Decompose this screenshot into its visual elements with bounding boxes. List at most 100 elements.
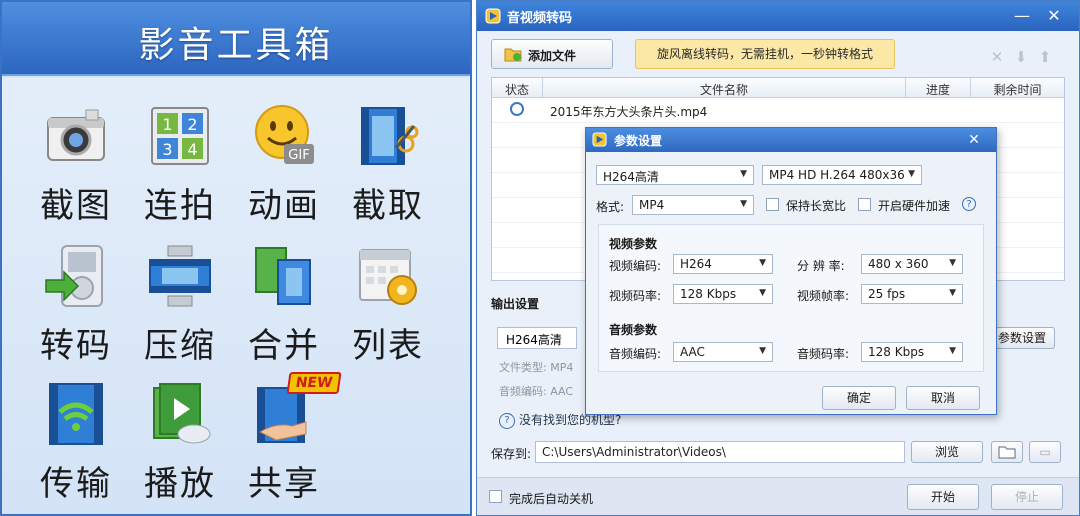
offline-transcode-promo[interactable]: 旋风离线转码，无需挂机，一秒钟转格式: [635, 39, 895, 69]
output-audio-codec: 音频编码: AAC: [499, 385, 574, 398]
chevron-down-icon: ▼: [759, 258, 766, 268]
auto-shutdown-label[interactable]: 完成后自动关机: [509, 490, 593, 507]
chevron-down-icon: ▼: [740, 199, 747, 209]
chevron-down-icon: ▼: [759, 288, 766, 298]
column-filename[interactable]: 文件名称: [543, 81, 905, 98]
keep-aspect-label[interactable]: 保持长宽比: [786, 197, 846, 214]
table-row[interactable]: 2015年东方大头条片头.mp4: [492, 99, 1064, 123]
codec-params-panel: 视频参数 视频编码: H264 ▼ 分 辨 率: 480 x 360 ▼ 视频码率:…: [598, 224, 984, 372]
chevron-down-icon: ▼: [740, 169, 747, 179]
column-remaining-time[interactable]: 剩余时间: [971, 81, 1064, 98]
calendar-gear-icon: [359, 249, 417, 305]
add-file-button[interactable]: 添加文件: [491, 39, 613, 69]
save-path-input[interactable]: C:\Users\Administrator\Videos\: [535, 441, 905, 463]
resolution-value: 480 x 360: [868, 257, 929, 271]
audio-bitrate-select[interactable]: 128 Kbps ▼: [861, 342, 963, 362]
grid-numbers-icon: 1 2 3 4: [151, 107, 209, 165]
preset-device-select[interactable]: MP4 HD H.264 480x360 ▼: [762, 165, 922, 185]
film-compress-icon: [149, 245, 211, 307]
app-logo-icon: [485, 8, 501, 24]
remove-icon[interactable]: ✕: [989, 49, 1005, 65]
film-scissors-icon: [361, 107, 419, 165]
bottom-bar: 完成后自动关机 开始 停止: [477, 477, 1079, 515]
tool-play[interactable]: 播放: [130, 376, 230, 514]
video-bitrate-select[interactable]: 128 Kbps ▼: [673, 284, 773, 304]
move-down-icon[interactable]: ⬇: [1013, 49, 1029, 65]
tool-merge[interactable]: 合并: [234, 238, 334, 378]
toolbox-header: 影音工具箱: [2, 2, 470, 76]
camera-icon: [47, 109, 105, 161]
file-name-cell: 2015年东方大头条片头.mp4: [550, 105, 708, 119]
keep-aspect-checkbox[interactable]: [766, 198, 779, 211]
resolution-label: 分 辨 率:: [797, 259, 845, 273]
file-list-header: 状态 文件名称 进度 剩余时间: [492, 78, 1064, 98]
hw-accel-checkbox[interactable]: [858, 198, 871, 211]
tool-share[interactable]: NEW 共享: [234, 372, 342, 514]
toolbox-grid: 截图 1 2 3 4 连拍 GIF 动画 截取 转码 压缩 合并 列表 传输 播…: [2, 78, 470, 514]
column-status[interactable]: 状态: [492, 81, 542, 98]
preset-quality-select[interactable]: H264高清 ▼: [596, 165, 754, 185]
dialog-titlebar[interactable]: 参数设置 ✕: [586, 128, 996, 152]
tool-transcode-label: 转码: [40, 326, 112, 366]
cancel-button[interactable]: 取消: [906, 386, 980, 410]
window-title: 音视频转码: [507, 11, 573, 26]
resolution-select[interactable]: 480 x 360 ▼: [861, 254, 963, 274]
chevron-down-icon: ▼: [949, 346, 956, 356]
tool-transfer[interactable]: 传输: [26, 376, 126, 514]
tool-screenshot-label: 截图: [40, 186, 112, 226]
video-bitrate-value: 128 Kbps: [680, 287, 737, 301]
toolbox-title: 影音工具箱: [138, 25, 334, 66]
dialog-close-icon[interactable]: ✕: [964, 130, 984, 150]
tool-compress[interactable]: 压缩: [130, 238, 230, 378]
video-codec-value: H264: [680, 257, 712, 271]
tool-list[interactable]: 列表: [338, 238, 438, 378]
tool-screenshot[interactable]: 截图: [26, 98, 126, 238]
format-select[interactable]: MP4 ▼: [632, 195, 754, 215]
film-play-cloud-icon: [153, 383, 211, 444]
minimize-icon[interactable]: —: [1011, 5, 1033, 27]
tool-transfer-label: 传输: [40, 464, 112, 504]
help-icon[interactable]: ?: [962, 197, 976, 211]
audio-codec-value: AAC: [680, 345, 705, 359]
format-label: 格式:: [596, 200, 625, 214]
start-button[interactable]: 开始: [907, 484, 979, 510]
audio-codec-select[interactable]: AAC ▼: [673, 342, 773, 362]
tool-burst[interactable]: 1 2 3 4 连拍: [130, 98, 230, 238]
hw-accel-label[interactable]: 开启硬件加速: [878, 197, 950, 214]
stop-button[interactable]: 停止: [991, 484, 1063, 510]
extra-options-button[interactable]: ▭: [1029, 441, 1061, 463]
video-codec-label: 视频编码:: [609, 259, 662, 273]
browse-button[interactable]: 浏览: [911, 441, 983, 463]
tool-transcode[interactable]: 转码: [26, 238, 126, 378]
param-settings-button[interactable]: 参数设置: [989, 327, 1055, 349]
open-folder-button[interactable]: [991, 441, 1023, 463]
move-up-icon[interactable]: ⬆: [1037, 49, 1053, 65]
tool-merge-label: 合并: [248, 326, 320, 366]
tool-share-label: 共享: [248, 464, 320, 504]
output-settings-heading: 输出设置: [491, 297, 540, 311]
chevron-down-icon: ▼: [949, 288, 956, 298]
new-badge: NEW: [286, 372, 342, 394]
svg-text:3: 3: [162, 140, 172, 159]
add-file-label: 添加文件: [528, 49, 577, 63]
tool-animation-label: 动画: [248, 186, 320, 226]
frame-rate-select[interactable]: 25 fps ▼: [861, 284, 963, 304]
audio-bitrate-label: 音频码率:: [797, 347, 850, 361]
close-icon[interactable]: ✕: [1043, 5, 1065, 27]
toolbox-panel: 影音工具箱 截图 1 2 3 4 连拍 GIF 动画 截取 转码 压缩 合并 列…: [0, 0, 472, 516]
chevron-down-icon: ▼: [949, 258, 956, 268]
video-codec-select[interactable]: H264 ▼: [673, 254, 773, 274]
output-profile-select[interactable]: H264高清: [497, 327, 577, 349]
chevron-down-icon: ▼: [905, 169, 915, 179]
window-titlebar[interactable]: 音视频转码 — ✕: [477, 1, 1079, 31]
tool-burst-label: 连拍: [144, 186, 216, 226]
tool-clip[interactable]: 截取: [338, 98, 438, 238]
auto-shutdown-checkbox[interactable]: [489, 490, 502, 503]
video-params-heading: 视频参数: [609, 237, 658, 251]
ok-button[interactable]: 确定: [822, 386, 896, 410]
player-arrow-icon: [45, 245, 103, 307]
column-progress[interactable]: 进度: [906, 81, 970, 98]
format-value: MP4: [639, 198, 665, 212]
tool-compress-label: 压缩: [144, 326, 216, 366]
tool-animation[interactable]: GIF 动画: [234, 98, 334, 238]
